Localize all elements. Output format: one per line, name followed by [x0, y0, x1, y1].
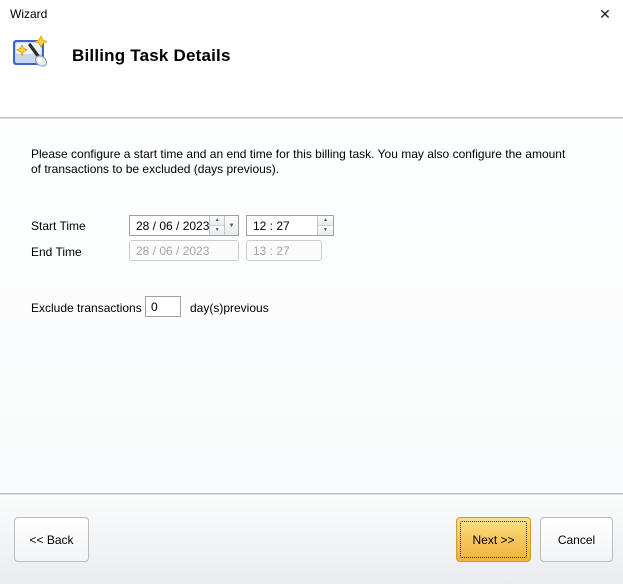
spin-down-icon[interactable]: ▼ [318, 226, 333, 235]
calendar-dropdown-icon[interactable]: ▼ [224, 216, 238, 235]
cancel-button[interactable]: Cancel [540, 517, 613, 562]
wizard-dialog: Wizard ✕ Billing Task Details Please con… [0, 0, 623, 584]
instructions-line2: of transactions to be excluded (days pre… [31, 162, 591, 177]
exclude-days-input[interactable] [145, 296, 181, 317]
end-time-picker: 13 : 27 [246, 240, 322, 261]
footer: << Back Next >> Cancel [0, 495, 623, 584]
start-date-picker[interactable]: 28 / 06 / 2023 ▲ ▼ ▼ [129, 215, 239, 236]
start-time-value[interactable]: 12 : 27 [247, 216, 317, 235]
back-button[interactable]: << Back [14, 517, 89, 562]
instructions-line1: Please configure a start time and an end… [31, 147, 591, 162]
spin-down-icon[interactable]: ▼ [210, 226, 224, 235]
start-date-value[interactable]: 28 / 06 / 2023 [130, 216, 209, 235]
next-button[interactable]: Next >> [456, 517, 531, 562]
page-title: Billing Task Details [72, 46, 231, 66]
next-button-label: Next >> [472, 533, 514, 547]
window-title: Wizard [10, 7, 47, 21]
header: Billing Task Details [0, 28, 623, 117]
end-time-value: 13 : 27 [247, 241, 321, 260]
spin-up-icon[interactable]: ▲ [210, 216, 224, 226]
start-time-picker[interactable]: 12 : 27 ▲ ▼ [246, 215, 334, 236]
close-icon[interactable]: ✕ [594, 4, 616, 24]
instructions-text: Please configure a start time and an end… [31, 147, 591, 177]
end-date-value: 28 / 06 / 2023 [130, 241, 238, 260]
content-area: Please configure a start time and an end… [0, 119, 623, 493]
titlebar: Wizard ✕ [0, 0, 623, 28]
start-date-spinner: ▲ ▼ [209, 216, 224, 235]
wizard-icon [8, 33, 50, 74]
end-date-picker: 28 / 06 / 2023 [129, 240, 239, 261]
start-time-spinner: ▲ ▼ [317, 216, 333, 235]
spin-up-icon[interactable]: ▲ [318, 216, 333, 226]
exclude-suffix-label: day(s)previous [190, 301, 269, 315]
start-time-label: Start Time [31, 219, 86, 233]
end-time-label: End Time [31, 245, 82, 259]
exclude-transactions-label: Exclude transactions [31, 301, 142, 315]
